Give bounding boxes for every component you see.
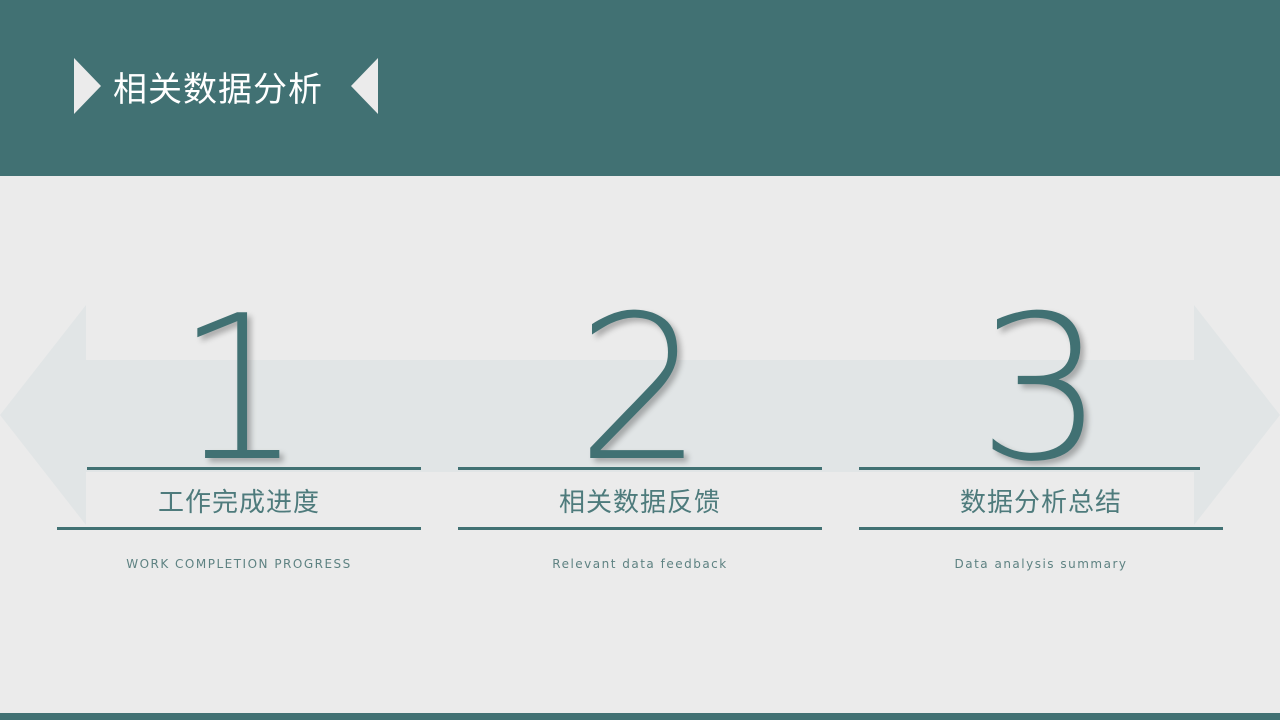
step-divider-bottom [57, 527, 421, 530]
step-number: 3 [977, 273, 1105, 506]
step-divider-top [859, 467, 1200, 470]
step-number: 2 [576, 273, 704, 506]
step-title: 数据分析总结 [959, 488, 1122, 518]
step-subtitle: Relevant data feedback [552, 557, 728, 571]
step-1: 1 工作完成进度 WORK COMPLETION PROGRESS [57, 0, 421, 720]
step-divider-bottom [458, 527, 822, 530]
step-3: 3 数据分析总结 Data analysis summary [859, 0, 1223, 720]
step-title: 工作完成进度 [157, 488, 320, 518]
step-2: 2 相关数据反馈 Relevant data feedback [458, 0, 822, 720]
step-title: 相关数据反馈 [558, 488, 721, 518]
step-divider-bottom [859, 527, 1223, 530]
step-divider-top [458, 467, 822, 470]
step-number: 1 [175, 273, 303, 506]
step-subtitle: Data analysis summary [954, 557, 1128, 571]
step-divider-top [87, 467, 421, 470]
step-subtitle: WORK COMPLETION PROGRESS [126, 557, 352, 571]
footer-bar [0, 713, 1280, 720]
